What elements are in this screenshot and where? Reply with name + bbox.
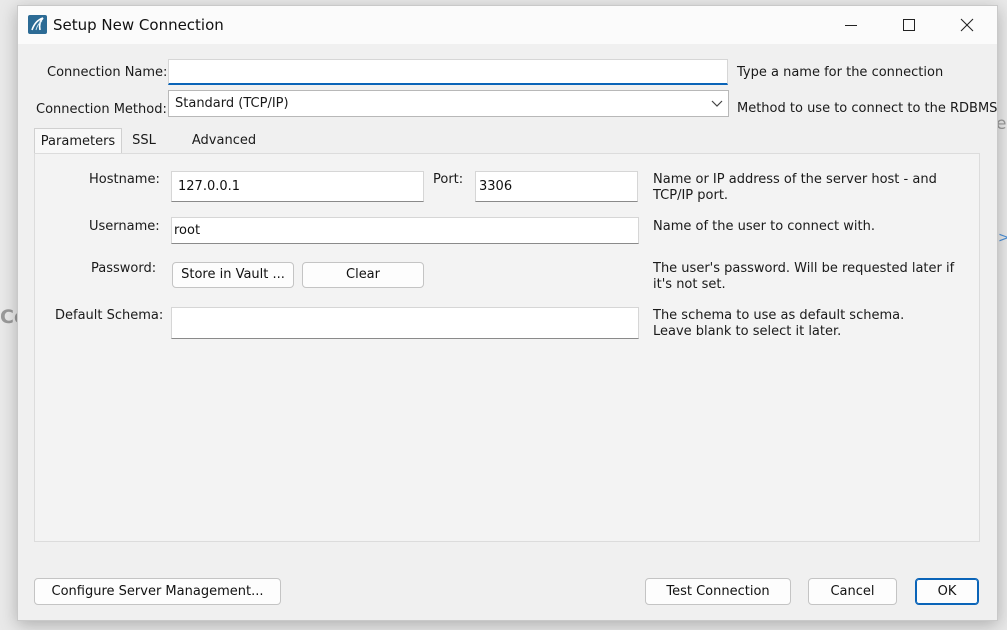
maximize-button[interactable]: [880, 6, 938, 44]
tab-advanced[interactable]: Advanced: [174, 128, 274, 154]
minimize-icon: [845, 25, 857, 26]
default-schema-input[interactable]: [171, 307, 639, 339]
cancel-button[interactable]: Cancel: [808, 578, 897, 605]
window-title: Setup New Connection: [53, 16, 224, 34]
tab-parameters[interactable]: Parameters: [34, 128, 122, 154]
ok-button[interactable]: OK: [915, 578, 979, 605]
chevron-down-icon: [711, 100, 723, 107]
clear-password-button[interactable]: Clear: [302, 262, 424, 288]
parameters-panel: Hostname: 127.0.0.1 Port: 3306 Name or I…: [34, 153, 980, 542]
connection-name-input[interactable]: [168, 59, 728, 85]
port-label: Port:: [433, 172, 464, 187]
mysql-workbench-icon: [28, 15, 47, 34]
username-label: Username:: [89, 219, 160, 234]
minimize-button[interactable]: [822, 6, 880, 44]
store-in-vault-button[interactable]: Store in Vault ...: [172, 262, 294, 288]
tab-ssl[interactable]: SSL: [122, 128, 166, 154]
connection-name-hint: Type a name for the connection: [737, 65, 944, 80]
username-input[interactable]: root: [171, 217, 639, 244]
port-input[interactable]: 3306: [475, 171, 638, 202]
default-schema-label: Default Schema:: [55, 308, 164, 323]
hostname-hint: Name or IP address of the server host - …: [653, 172, 937, 203]
connection-name-label: Connection Name:: [47, 65, 168, 80]
setup-connection-dialog: Setup New Connection Connection Name: Ty…: [17, 5, 998, 621]
connection-method-hint: Method to use to connect to the RDBMS: [737, 101, 998, 116]
connection-method-value: Standard (TCP/IP): [175, 96, 289, 111]
connection-method-select[interactable]: Standard (TCP/IP): [168, 90, 729, 117]
hostname-input[interactable]: 127.0.0.1: [171, 171, 424, 202]
default-schema-hint: The schema to use as default schema. Lea…: [653, 308, 905, 339]
background-arrow: >: [998, 230, 1007, 246]
test-connection-button[interactable]: Test Connection: [645, 578, 791, 605]
password-label: Password:: [91, 261, 157, 276]
configure-server-management-button[interactable]: Configure Server Management...: [34, 578, 281, 605]
connection-method-label: Connection Method:: [36, 102, 167, 117]
password-hint: The user's password. Will be requested l…: [653, 261, 955, 292]
title-bar: Setup New Connection: [18, 6, 997, 44]
close-button[interactable]: [938, 6, 996, 44]
maximize-icon: [903, 19, 915, 31]
hostname-label: Hostname:: [89, 172, 160, 187]
close-icon: [960, 18, 974, 32]
username-hint: Name of the user to connect with.: [653, 219, 875, 234]
